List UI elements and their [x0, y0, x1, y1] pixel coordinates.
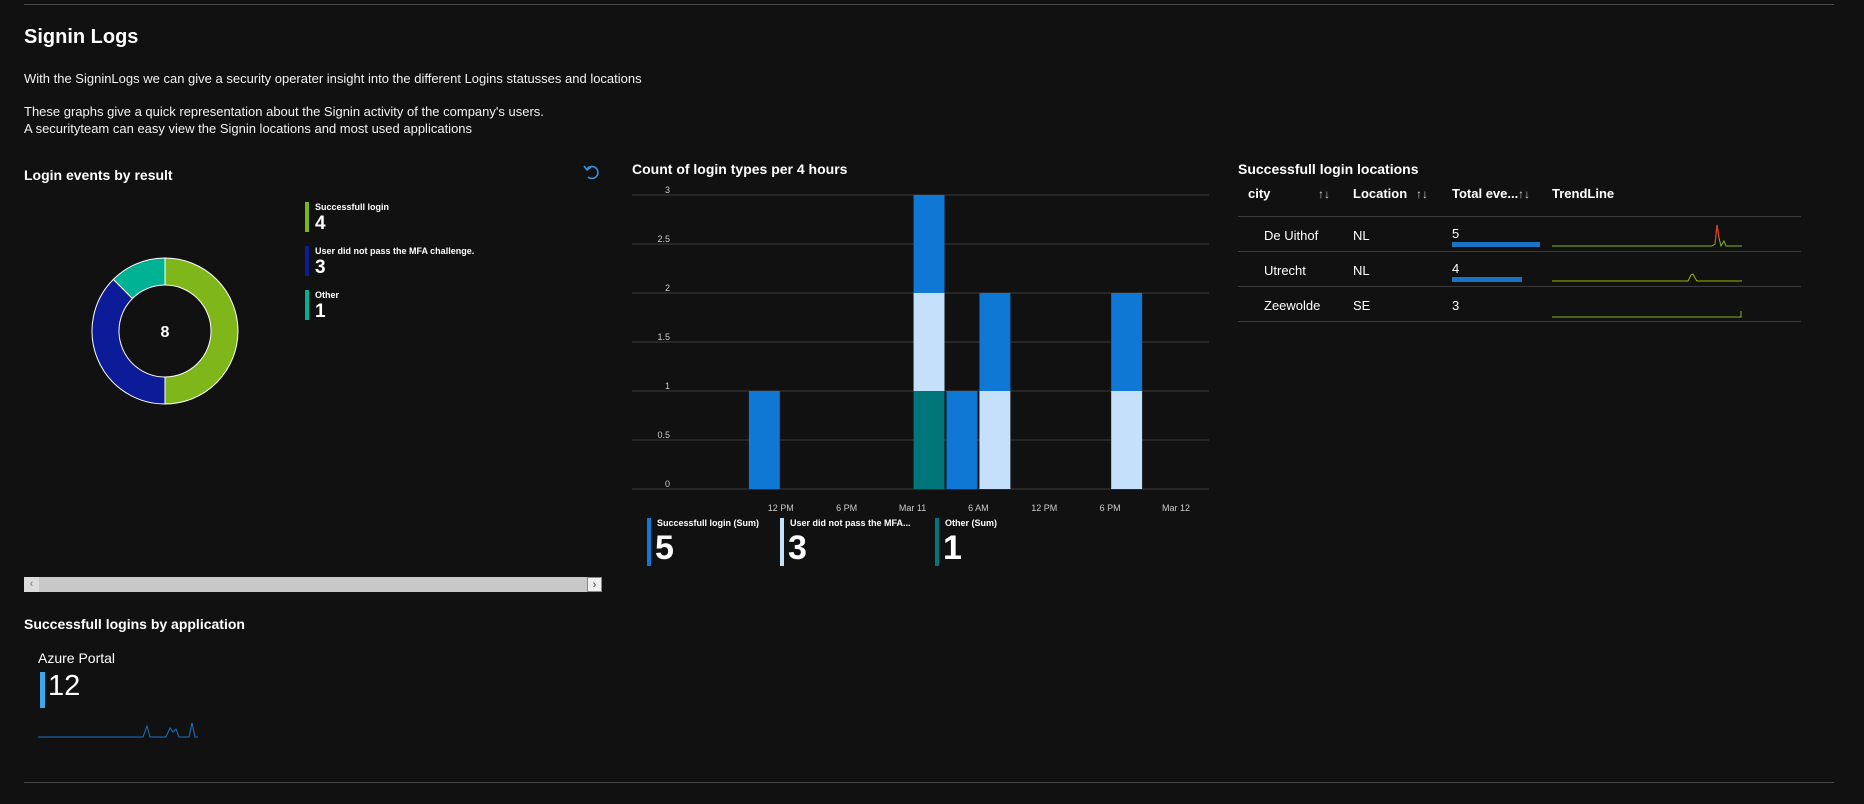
x-tick-label: 6 AM	[968, 503, 989, 513]
cell-location: SE	[1353, 298, 1371, 313]
trendline-sparkline	[1552, 311, 1742, 318]
legend-label: Other	[315, 290, 340, 300]
cell-total: 4	[1452, 261, 1460, 276]
applications-title: Successfull logins by application	[24, 616, 245, 632]
trendline-sparkline	[1552, 224, 1742, 248]
bar-segment[interactable]	[979, 391, 1011, 489]
legend-color-swatch	[780, 518, 784, 566]
cell-total: 5	[1452, 226, 1460, 241]
table-row[interactable]: De Uithof NL 5	[1238, 216, 1801, 251]
legend-label: User did not pass the MFA...	[790, 518, 911, 528]
legend-color-swatch	[305, 246, 309, 276]
cell-city: Zeewolde	[1264, 298, 1321, 313]
bar-segment[interactable]	[946, 391, 978, 489]
legend-label: Successfull login	[315, 202, 390, 212]
page-title: Signin Logs	[24, 26, 139, 48]
legend-value: 5	[655, 529, 674, 567]
legend-color-swatch	[935, 518, 939, 566]
column-header-location[interactable]: Location	[1353, 186, 1407, 201]
locations-title: Successfull login locations	[1238, 161, 1419, 177]
x-tick-label: 12 PM	[768, 503, 794, 513]
x-tick-label: 12 PM	[1031, 503, 1057, 513]
bar-segment[interactable]	[1111, 391, 1143, 489]
legend-color-swatch	[647, 518, 651, 566]
legend-value: 3	[788, 529, 807, 567]
legend-color-swatch	[305, 202, 309, 232]
horizontal-scrollbar[interactable]: ‹ ›	[24, 577, 602, 592]
donut-title: Login events by result	[24, 167, 173, 183]
column-header-city[interactable]: city	[1248, 186, 1270, 201]
bar-segment[interactable]	[979, 293, 1011, 391]
top-divider	[24, 4, 1834, 5]
legend-value: 1	[943, 529, 962, 567]
description-line-3: A securityteam can easy view the Signin …	[24, 121, 473, 136]
column-header-total-events[interactable]: Total eve...	[1452, 186, 1518, 201]
total-bar	[1452, 277, 1523, 282]
x-tick-label: 6 PM	[1100, 503, 1121, 513]
undo-icon[interactable]	[582, 162, 602, 182]
total-bar	[1452, 242, 1540, 247]
application-count: 12	[48, 670, 81, 702]
legend-value: 1	[315, 301, 326, 322]
x-tick-label: Mar 12	[1162, 503, 1190, 513]
application-sparkline	[38, 722, 198, 738]
legend-value: 3	[315, 257, 326, 278]
cell-location: NL	[1353, 228, 1370, 243]
legend-color-swatch	[305, 290, 309, 320]
x-tick-label: Mar 11	[899, 503, 926, 513]
bar-segment[interactable]	[913, 293, 945, 391]
bottom-divider	[24, 782, 1834, 783]
y-tick-label: 2.5	[657, 234, 670, 244]
legend-label: Other (Sum)	[945, 518, 998, 528]
donut-chart: 8	[91, 257, 239, 405]
bar-segment[interactable]	[913, 195, 945, 293]
y-tick-label: 1	[665, 381, 670, 391]
description-line-2: These graphs give a quick representation…	[24, 104, 544, 119]
y-tick-label: 0	[665, 479, 670, 489]
sort-icon[interactable]: ↑↓	[1318, 187, 1330, 201]
y-tick-label: 1.5	[657, 332, 670, 342]
cell-location: NL	[1353, 263, 1370, 278]
sort-icon[interactable]: ↑↓	[1518, 187, 1530, 201]
table-bottom-border	[1238, 321, 1801, 323]
legend-label: Successfull login (Sum)	[657, 518, 760, 528]
scroll-left-arrow-icon[interactable]: ‹	[24, 577, 39, 592]
stacked-bar-chart: 0 0.5 1 1.5 2 2.5 3 12 PM 6 PM Mar 11 6 AM 12 PM 6 P…	[632, 185, 1209, 513]
donut-slice[interactable]	[164, 257, 239, 405]
donut-slice[interactable]	[91, 278, 166, 405]
application-name[interactable]: Azure Portal	[38, 650, 115, 666]
table-row[interactable]: Utrecht NL 4	[1238, 251, 1801, 286]
cell-city: De Uithof	[1264, 228, 1319, 243]
bar-segment[interactable]	[1111, 293, 1143, 391]
bar-segment[interactable]	[913, 391, 945, 489]
table-row[interactable]: Zeewolde SE 3	[1238, 286, 1801, 321]
legend-label: User did not pass the MFA challenge.	[315, 246, 475, 256]
legend-value: 4	[315, 213, 326, 234]
application-color-bar	[40, 672, 45, 708]
trendline-sparkline	[1552, 273, 1742, 282]
cell-total: 3	[1452, 298, 1460, 313]
y-tick-label: 0.5	[657, 430, 670, 440]
scroll-right-arrow-icon[interactable]: ›	[587, 577, 602, 592]
x-tick-label: 6 PM	[836, 503, 857, 513]
sort-icon[interactable]: ↑↓	[1416, 187, 1428, 201]
description-line-1: With the SigninLogs we can give a securi…	[24, 71, 642, 86]
column-header-trendline[interactable]: TrendLine	[1552, 186, 1614, 201]
donut-total: 8	[161, 324, 170, 341]
y-tick-label: 2	[665, 283, 670, 293]
bar-chart-title: Count of login types per 4 hours	[632, 161, 848, 177]
y-tick-label: 3	[665, 185, 670, 195]
cell-city: Utrecht	[1264, 263, 1306, 278]
bar-segment[interactable]	[748, 391, 780, 489]
